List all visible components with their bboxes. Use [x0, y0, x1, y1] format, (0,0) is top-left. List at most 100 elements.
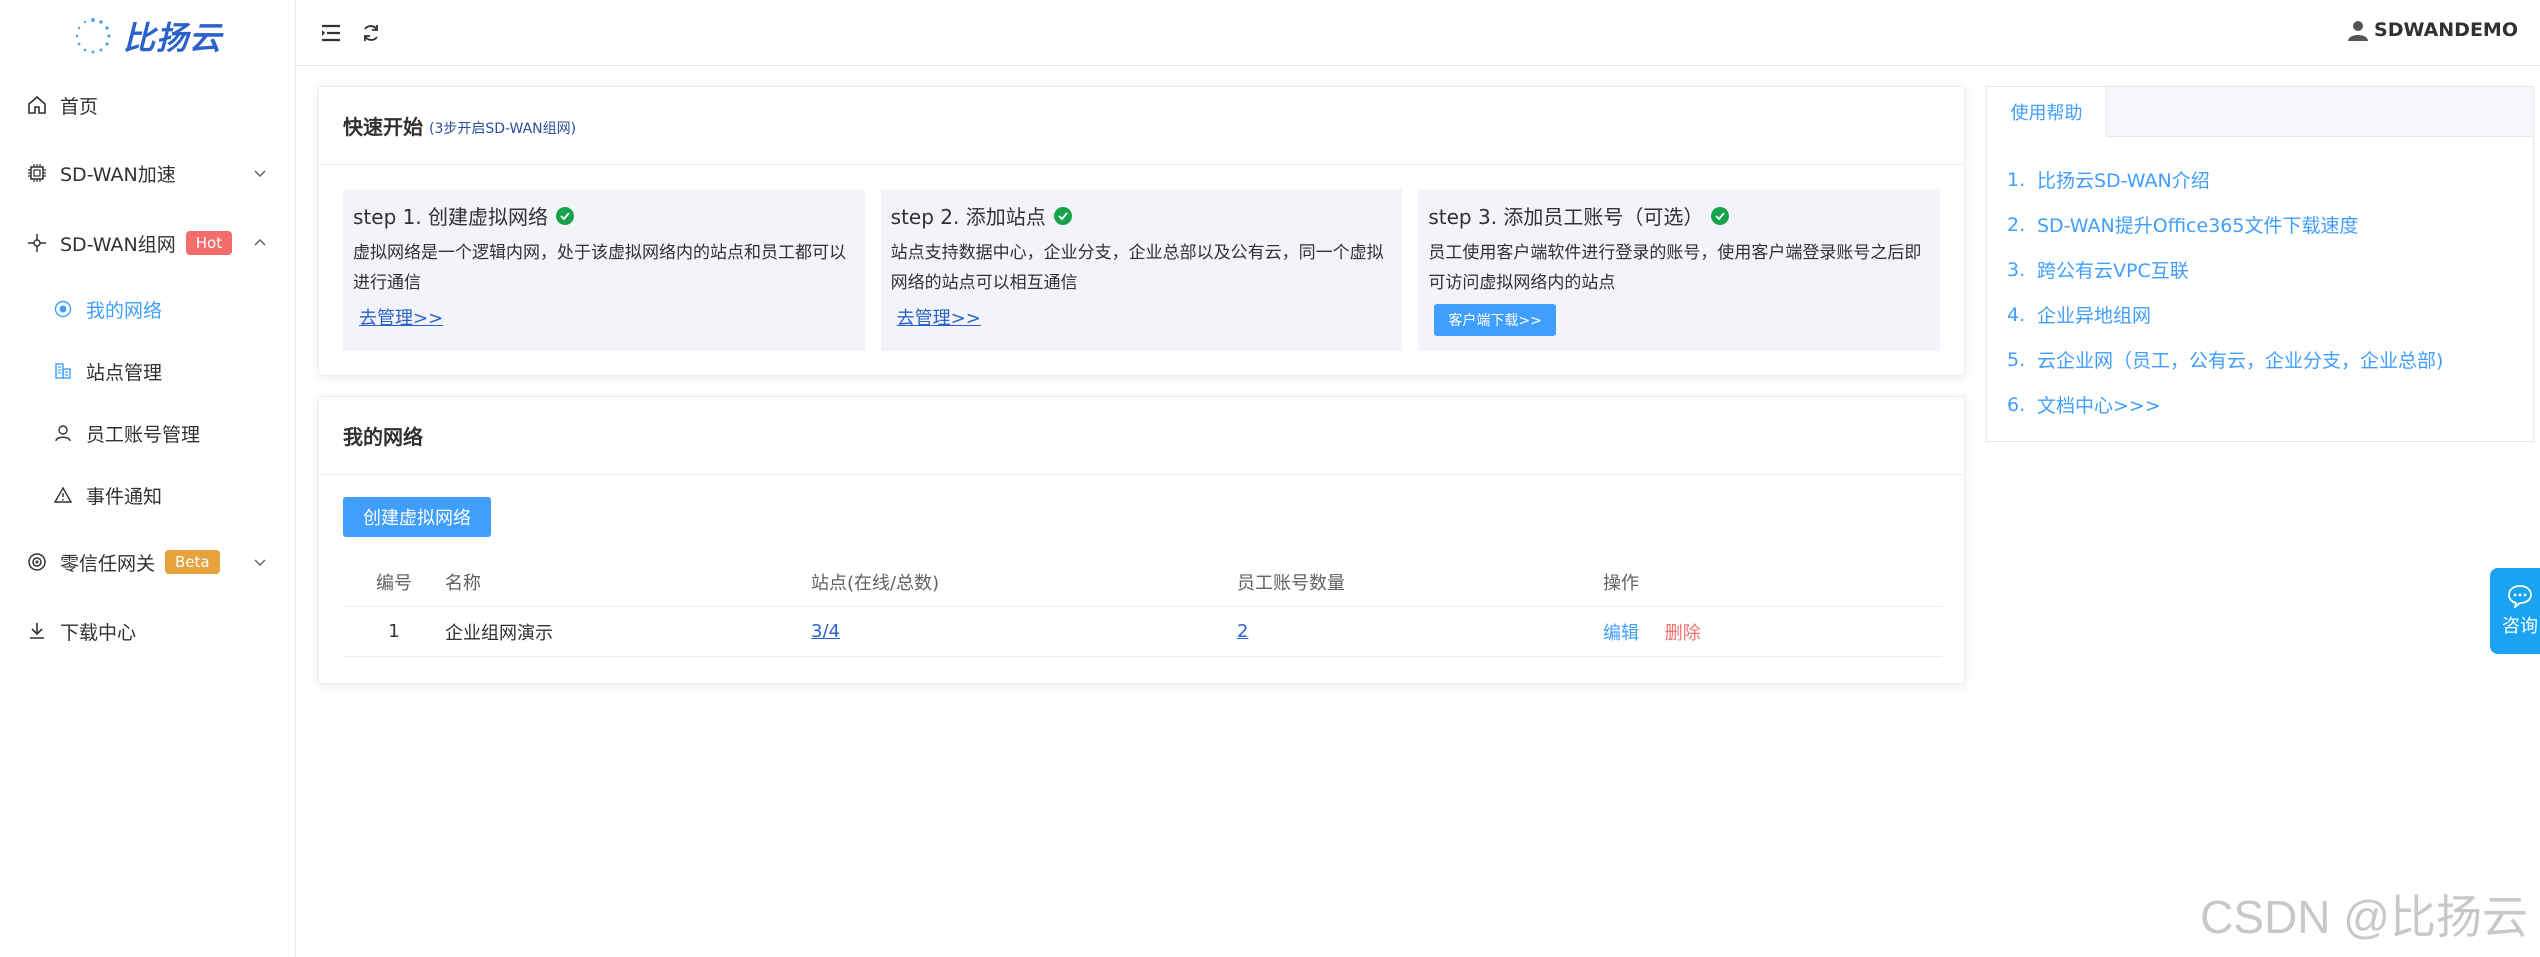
shield-icon — [26, 551, 48, 573]
step-description: 站点支持数据中心，企业分支，企业总部以及公有云，同一个虚拟网络的站点可以相互通信 — [890, 243, 1384, 293]
step-2: step 2. 添加站点 站点支持数据中心，企业分支，企业总部以及公有云，同一个… — [880, 189, 1403, 351]
cell-accounts: 2 — [1237, 621, 1603, 642]
quickstart-subtitle: (3步开启SD-WAN组网) — [429, 120, 577, 137]
sidebar-item-event-notice[interactable]: 事件通知 — [0, 464, 295, 526]
client-download-button[interactable]: 客户端下载>> — [1434, 304, 1556, 336]
cell-actions: 编辑 删除 — [1603, 619, 1903, 645]
steps: step 1. 创建虚拟网络 虚拟网络是一个逻辑内网，处于该虚拟网络内的站点和员… — [319, 165, 1964, 351]
warning-icon — [52, 484, 74, 506]
download-icon — [26, 620, 48, 642]
sidebar-item-sdwan-accel[interactable]: SD-WAN加速 — [0, 138, 295, 208]
manage-sites-link[interactable]: 去管理>> — [897, 304, 981, 330]
sidebar-item-sdwan-network[interactable]: SD-WAN组网 Hot — [0, 208, 295, 278]
step-3: step 3. 添加员工账号（可选） 员工使用客户端软件进行登录的账号，使用客户… — [1418, 189, 1941, 351]
sidebar-item-download-center[interactable]: 下载中心 — [0, 598, 295, 664]
help-item-num: 5. — [2007, 348, 2026, 371]
network-icon — [26, 232, 48, 254]
quickstart-header: 快速开始 (3步开启SD-WAN组网) — [319, 87, 1964, 165]
step-title-text: step 2. 添加站点 — [890, 205, 1046, 229]
help-list: 1. 比扬云SD-WAN介绍 2. SD-WAN提升Office365文件下载速度 … — [1987, 137, 2533, 427]
check-icon — [1711, 206, 1730, 225]
help-item-label: SD-WAN提升Office365文件下载速度 — [2037, 215, 2359, 237]
help-item-label: 云企业网（员工，公有云，企业分支，企业总部) — [2037, 350, 2444, 372]
help-item[interactable]: 5. 云企业网（员工，公有云，企业分支，企业总部) — [2007, 337, 2533, 382]
sidebar-item-label: 事件通知 — [86, 485, 163, 508]
top-header: SDWANDEMO — [296, 0, 2540, 66]
sidebar-item-label: SD-WAN加速 — [60, 163, 176, 186]
col-name: 名称 — [445, 572, 481, 594]
building-icon — [52, 360, 74, 382]
manage-network-link[interactable]: 去管理>> — [359, 304, 443, 330]
table-header: 编号 名称 站点(在线/总数) 员工账号数量 操作 — [343, 557, 1942, 607]
create-network-button[interactable]: 创建虚拟网络 — [343, 497, 491, 537]
my-network-header: 我的网络 — [319, 397, 1964, 475]
help-item[interactable]: 2. SD-WAN提升Office365文件下载速度 — [2007, 202, 2533, 247]
col-sites: 站点(在线/总数) — [811, 572, 940, 594]
edit-button[interactable]: 编辑 — [1603, 623, 1639, 644]
step-title: step 3. 添加员工账号（可选） — [1428, 201, 1930, 230]
chevron-down-icon — [254, 559, 266, 567]
sidebar: 比扬云 首页 SD-WAN加速 SD-WAN组网 Hot 我的网络 站点管理 员… — [0, 0, 296, 957]
check-icon — [556, 206, 575, 225]
col-id: 编号 — [376, 572, 412, 594]
accounts-link[interactable]: 2 — [1237, 621, 1248, 642]
col-accounts: 员工账号数量 — [1237, 572, 1345, 594]
delete-button[interactable]: 删除 — [1665, 623, 1701, 644]
sidebar-item-label: 员工账号管理 — [86, 423, 201, 446]
step-title-text: step 3. 添加员工账号（可选） — [1428, 205, 1704, 229]
quickstart-card: 快速开始 (3步开启SD-WAN组网) step 1. 创建虚拟网络 虚拟网络是… — [318, 86, 1965, 376]
help-item-label: 文档中心>>> — [2037, 395, 2161, 417]
help-item-num: 1. — [2007, 168, 2026, 191]
tab-help[interactable]: 使用帮助 — [1987, 87, 2107, 137]
help-item[interactable]: 1. 比扬云SD-WAN介绍 — [2007, 157, 2533, 202]
hot-badge: Hot — [185, 231, 233, 255]
step-title: step 1. 创建虚拟网络 — [353, 201, 855, 230]
user-icon — [52, 422, 74, 444]
quickstart-title: 快速开始 — [343, 115, 423, 139]
sites-link[interactable]: 3/4 — [811, 621, 840, 642]
step-title-text: step 1. 创建虚拟网络 — [353, 205, 549, 229]
help-item-label: 企业异地组网 — [2037, 305, 2152, 327]
chevron-up-icon — [254, 238, 266, 246]
sidebar-item-label: 我的网络 — [86, 299, 163, 322]
help-item-num: 2. — [2007, 213, 2026, 236]
step-1: step 1. 创建虚拟网络 虚拟网络是一个逻辑内网，处于该虚拟网络内的站点和员… — [343, 189, 865, 351]
sidebar-item-my-network[interactable]: 我的网络 — [0, 278, 295, 340]
globe-icon — [52, 298, 74, 320]
sidebar-item-label: SD-WAN组网 — [60, 233, 176, 256]
help-panel: 使用帮助 1. 比扬云SD-WAN介绍 2. SD-WAN提升Office365文件… — [1986, 86, 2534, 442]
sidebar-item-label: 站点管理 — [86, 361, 163, 384]
sidebar-item-label: 首页 — [60, 95, 99, 118]
sidebar-item-label: 零信任网关 — [60, 552, 156, 575]
help-item[interactable]: 3. 跨公有云VPC互联 — [2007, 247, 2533, 292]
help-item[interactable]: 4. 企业异地组网 — [2007, 292, 2533, 337]
watermark: CSDN @比扬云 — [2200, 891, 2528, 943]
step-title: step 2. 添加站点 — [891, 201, 1393, 230]
sidebar-item-site-management[interactable]: 站点管理 — [0, 340, 295, 402]
sidebar-item-zero-trust[interactable]: 零信任网关 Beta — [0, 526, 295, 598]
help-item-label: 跨公有云VPC互联 — [2037, 260, 2189, 282]
user-menu[interactable]: SDWANDEMO — [2346, 18, 2518, 42]
sidebar-item-home[interactable]: 首页 — [0, 72, 295, 138]
sidebar-item-employee-accounts[interactable]: 员工账号管理 — [0, 402, 295, 464]
home-icon — [26, 94, 48, 116]
username: SDWANDEMO — [2374, 19, 2518, 41]
chevron-down-icon — [254, 170, 266, 178]
consult-button[interactable]: 咨询 — [2490, 568, 2540, 654]
brand-logo[interactable]: 比扬云 — [0, 0, 295, 72]
menu-toggle-icon[interactable] — [320, 22, 342, 44]
help-item-num: 3. — [2007, 258, 2026, 281]
refresh-icon[interactable] — [360, 22, 382, 44]
my-network-card: 我的网络 创建虚拟网络 编号 名称 站点(在线/总数) 员工账号数量 操作 1 … — [318, 396, 1965, 684]
cell-name: 企业组网演示 — [445, 622, 553, 644]
check-icon — [1053, 206, 1072, 225]
col-actions: 操作 — [1603, 572, 1639, 594]
cell-sites: 3/4 — [811, 621, 1237, 642]
help-item[interactable]: 6. 文档中心>>> — [2007, 382, 2533, 427]
help-item-label: 比扬云SD-WAN介绍 — [2037, 170, 2210, 192]
step-description: 虚拟网络是一个逻辑内网，处于该虚拟网络内的站点和员工都可以进行通信 — [353, 243, 846, 293]
table-row: 1 企业组网演示 3/4 2 编辑 删除 — [343, 607, 1942, 657]
consult-label: 咨询 — [2502, 616, 2538, 637]
logo-icon — [75, 18, 111, 54]
cell-id: 1 — [388, 621, 400, 642]
